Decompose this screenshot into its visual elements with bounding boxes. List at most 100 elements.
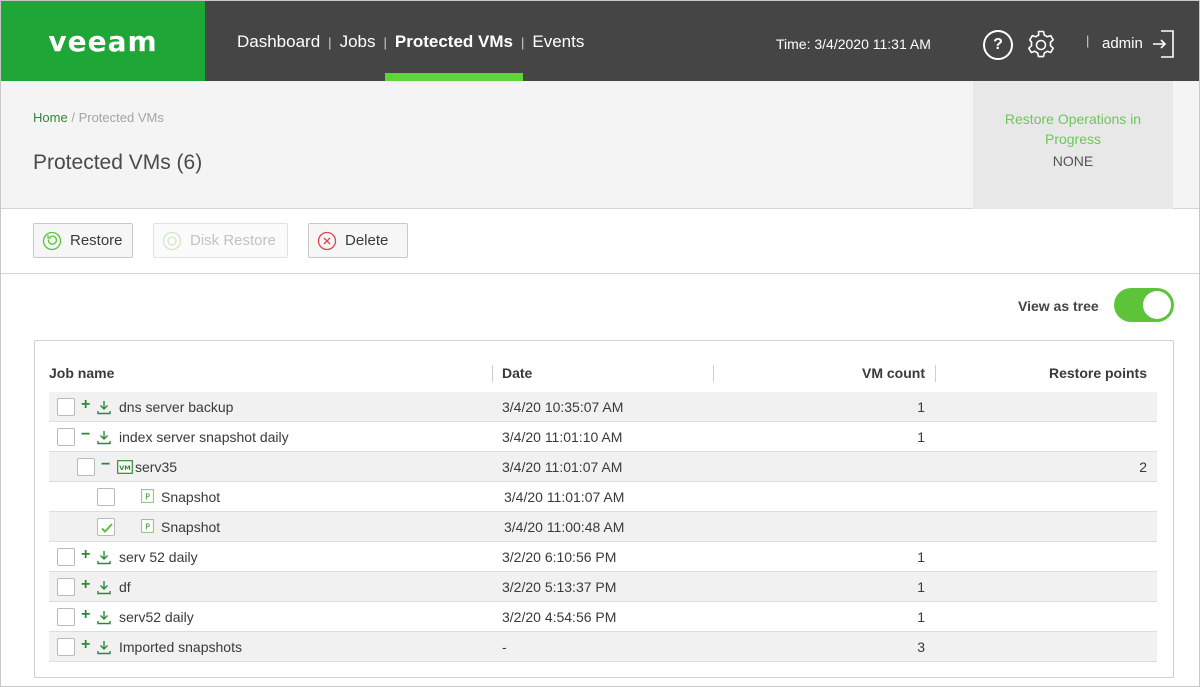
table-row[interactable]: − index server snapshot daily 3/4/20 11:01… [49,422,1157,452]
restore-operations-value: NONE [1052,153,1094,169]
table-row[interactable]: + serv52 daily 3/2/20 4:54:56 PM 1 [49,602,1157,632]
nav-dashboard[interactable]: Dashboard [237,1,320,81]
gear-icon[interactable] [1025,29,1057,61]
disk-restore-button-label: Disk Restore [190,232,276,249]
nav-jobs[interactable]: Jobs [340,1,376,81]
view-as-tree-toggle[interactable] [1114,288,1174,322]
logout-icon[interactable] [1151,29,1175,59]
nav-separator: | [383,35,387,50]
restore-button[interactable]: Restore [33,223,133,258]
checkmark-icon [101,523,113,533]
row-checkbox[interactable] [57,548,75,566]
row-job-name: serv52 daily [119,609,194,625]
row-date: 3/4/20 11:00:48 AM [504,519,625,535]
nav-separator: | [520,35,525,50]
vm-icon: VM [117,460,133,477]
row-job-name: dns server backup [119,399,234,415]
row-checkbox[interactable] [57,608,75,626]
table-row[interactable]: + Imported snapshots - 3 [49,632,1157,662]
table-row[interactable]: + serv 52 daily 3/2/20 6:10:56 PM 1 [49,542,1157,572]
top-bar: veeam Dashboard | Jobs | Protected VMs |… [1,1,1199,81]
disk-restore-button[interactable]: Disk Restore [153,223,288,258]
restore-operations-title[interactable]: Restore Operations in Progress [973,109,1173,149]
column-divider[interactable] [492,365,493,382]
svg-text:P: P [145,523,150,532]
row-checkbox[interactable] [57,638,75,656]
disk-restore-icon [162,231,182,250]
svg-text:VM: VM [119,464,131,472]
toggle-knob [1143,291,1171,319]
protected-vms-table: Job name Date VM count Restore points + d… [34,340,1174,678]
snapshot-point-icon: P [141,489,154,506]
table-row[interactable]: P Snapshot 3/4/20 11:01:07 AM [49,482,1157,512]
collapse-icon[interactable]: − [81,426,93,446]
backup-job-icon [97,399,111,418]
page-header: Home / Protected VMs Protected VMs (6) R… [1,81,1199,209]
nav-events[interactable]: Events [532,1,584,81]
delete-button[interactable]: Delete [308,223,408,258]
table-header: Job name Date VM count Restore points [35,341,1173,393]
row-date: 3/2/20 6:10:56 PM [502,549,617,565]
row-checkbox[interactable] [57,398,75,416]
row-checkbox[interactable] [57,578,75,596]
view-as-tree-label: View as tree [1018,298,1099,314]
row-vm-count: 1 [917,549,925,565]
delete-button-label: Delete [345,232,389,249]
row-date: - [502,639,507,655]
row-vm-count: 1 [917,609,925,625]
row-date: 3/2/20 5:13:37 PM [502,579,617,595]
server-time: Time: 3/4/2020 11:31 AM [776,36,931,52]
row-job-name: serv35 [135,459,178,475]
row-job-name: Snapshot [161,519,221,535]
breadcrumb-home[interactable]: Home [33,110,68,125]
table-row[interactable]: P Snapshot 3/4/20 11:00:48 AM [49,512,1157,542]
row-job-name: Imported snapshots [119,639,242,655]
expand-icon[interactable]: + [81,636,93,656]
action-toolbar: Restore Disk Restore Delete [1,209,1199,274]
column-job-name[interactable]: Job name [49,365,114,381]
user-name[interactable]: admin [1102,35,1143,52]
row-checkbox[interactable] [77,458,95,476]
help-icon[interactable]: ? [983,30,1013,60]
row-checkbox[interactable] [97,518,115,536]
row-checkbox[interactable] [97,488,115,506]
backup-job-icon [97,609,111,628]
column-divider[interactable] [713,365,714,382]
table-row[interactable]: + df 3/2/20 5:13:37 PM 1 [49,572,1157,602]
restore-operations-panel: Restore Operations in Progress NONE [973,81,1173,209]
expand-icon[interactable]: + [81,546,93,566]
restore-button-label: Restore [70,232,123,249]
row-job-name: df [119,579,131,595]
row-date: 3/2/20 4:54:56 PM [502,609,617,625]
nav-protected-vms[interactable]: Protected VMs [384,1,524,81]
breadcrumb: Home / Protected VMs [33,110,164,125]
row-vm-count: 3 [917,639,925,655]
row-checkbox[interactable] [57,428,75,446]
expand-icon[interactable]: + [81,606,93,626]
logo-text: veeam [48,24,158,58]
expand-icon[interactable]: + [81,576,93,596]
row-date: 3/4/20 11:01:07 AM [502,459,623,475]
collapse-icon[interactable]: − [101,456,113,476]
backup-job-icon [97,429,111,448]
row-vm-count: 1 [917,579,925,595]
row-date: 3/4/20 10:35:07 AM [502,399,624,415]
column-divider[interactable] [935,365,936,382]
svg-text:P: P [145,493,150,502]
backup-job-icon [97,579,111,598]
backup-job-icon [97,549,111,568]
table-row[interactable]: + dns server backup 3/4/20 10:35:07 AM 1 [49,392,1157,422]
column-restore-points[interactable]: Restore points [1049,365,1147,381]
row-job-name: serv 52 daily [119,549,198,565]
row-restore-points: 2 [1139,459,1147,475]
backup-job-icon [97,639,111,658]
breadcrumb-current: Protected VMs [78,110,164,125]
delete-icon [317,231,337,250]
row-vm-count: 1 [917,429,925,445]
column-vm-count[interactable]: VM count [862,365,925,381]
column-date[interactable]: Date [502,365,532,381]
table-row[interactable]: − VM serv35 3/4/20 11:01:07 AM 2 [49,452,1157,482]
expand-icon[interactable]: + [81,396,93,416]
veeam-logo[interactable]: veeam [1,1,205,81]
breadcrumb-separator: / [71,110,75,125]
